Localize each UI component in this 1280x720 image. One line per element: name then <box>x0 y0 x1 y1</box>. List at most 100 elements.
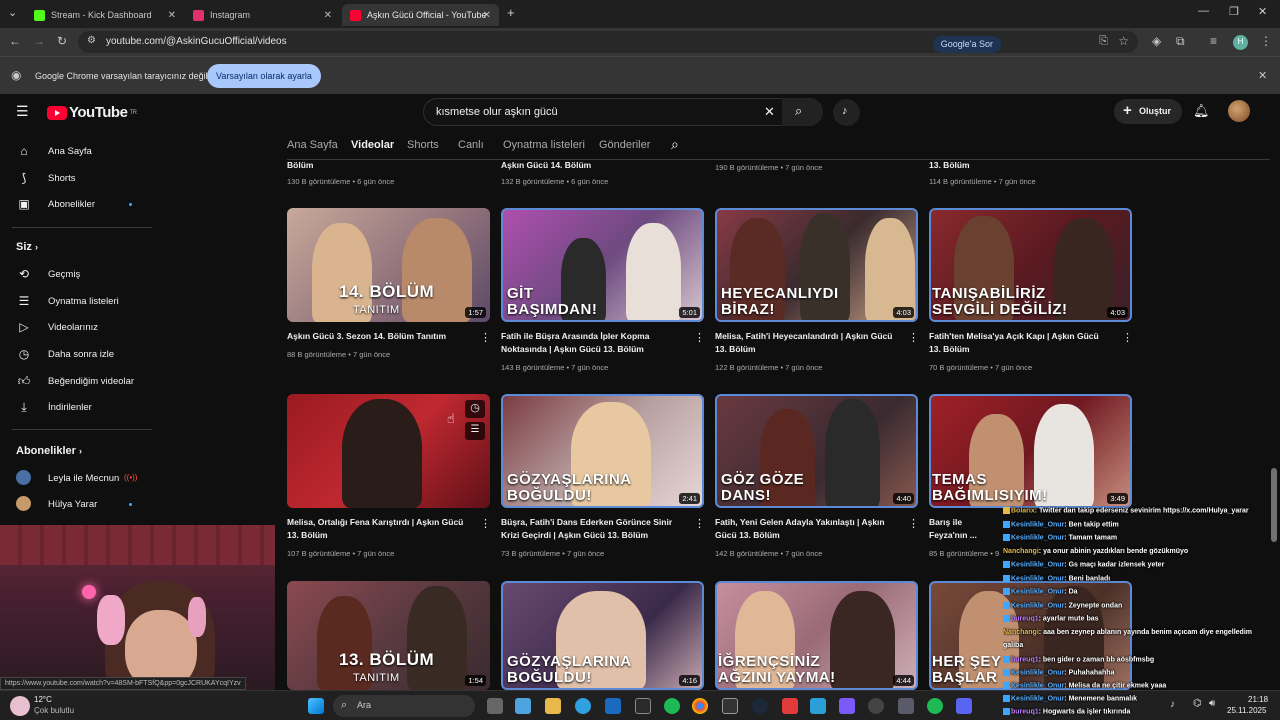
video-thumbnail[interactable]: TANIŞABİLİRİZ SEVGİLİ DEĞİLİZ! 4:03 <box>929 208 1132 322</box>
bookmark-star-icon[interactable]: ☆ <box>1118 34 1129 48</box>
install-icon[interactable]: ⎘ <box>1099 35 1108 48</box>
network-icon[interactable]: ⌬ <box>1193 698 1202 709</box>
video-thumbnail[interactable]: GÖZ GÖZE DANS! 4:40 <box>715 394 918 508</box>
channel-search-icon[interactable]: ⌕ <box>671 136 679 153</box>
app-icon[interactable] <box>782 698 798 714</box>
video-menu-icon[interactable]: ⋮ <box>694 517 705 530</box>
close-window-icon[interactable]: ✕ <box>1258 5 1267 18</box>
video-menu-icon[interactable]: ⋮ <box>908 331 919 344</box>
chrome-taskbar-icon[interactable] <box>692 698 708 714</box>
clock-time[interactable]: 21:18 <box>1248 695 1268 704</box>
video-thumbnail[interactable]: TEMAS BAĞIMLISIYIM! 3:49 <box>929 394 1132 508</box>
restore-icon[interactable]: ❐ <box>1229 5 1239 18</box>
tab-kick[interactable]: Stream - Kick Dashboard ✕ <box>26 4 184 26</box>
obs-icon[interactable] <box>868 698 884 714</box>
tab-videos[interactable]: Videolar <box>351 139 394 151</box>
video-thumbnail[interactable]: 14. BÖLÜM TANITIM 1:57 <box>287 208 490 322</box>
forward-icon[interactable]: → <box>33 34 45 48</box>
address-bar[interactable]: ⚙ youtube.com/@AskinGucuOfficial/videos … <box>78 31 1138 53</box>
file-explorer-icon[interactable] <box>545 698 561 714</box>
back-icon[interactable]: ← <box>9 34 21 48</box>
tab-home[interactable]: Ana Sayfa <box>287 139 338 151</box>
tab-instagram[interactable]: Instagram ✕ <box>185 4 340 26</box>
tab-playlists[interactable]: Oynatma listeleri <box>503 139 585 151</box>
task-view-icon[interactable] <box>487 698 503 714</box>
mic-tray-icon[interactable]: ♪ <box>1170 699 1175 710</box>
youtube-logo[interactable]: YouTube TR <box>47 104 137 121</box>
sidebar-item-shorts[interactable]: ⟆ Shorts <box>0 165 155 191</box>
notifications-bell-icon[interactable]: 🔔︎ <box>1193 103 1210 119</box>
video-thumbnail[interactable]: İĞRENÇSİNİZ AĞZINI YAYMA! 4:44 <box>715 581 918 690</box>
media-icon[interactable]: ≡ <box>1210 34 1217 48</box>
video-title[interactable]: 13. Bölüm <box>929 160 970 170</box>
video-thumbnail[interactable]: HEYECANLIYDI BİRAZ! 4:03 <box>715 208 918 322</box>
minimize-icon[interactable]: — <box>1198 5 1209 17</box>
clock-date[interactable]: 25.11.2025 <box>1227 706 1266 715</box>
sidebar-item-playlists[interactable]: ☰ Oynatma listeleri <box>0 288 155 314</box>
hamburger-menu-icon[interactable]: ☰ <box>16 103 29 120</box>
video-thumbnail[interactable]: 13. BÖLÜM TANITIM 1:54 <box>287 581 490 690</box>
video-thumbnail[interactable]: GÖZYAŞLARINA BOĞULDU! 2:41 <box>501 394 704 508</box>
menu-kebab-icon[interactable]: ⋮ <box>1260 34 1272 48</box>
video-menu-icon[interactable]: ⋮ <box>1122 331 1133 344</box>
app-icon[interactable] <box>898 698 914 714</box>
search-button[interactable]: ⌕ <box>782 98 823 126</box>
puzzle-icon[interactable]: ⧉ <box>1176 34 1185 49</box>
tab-close-icon[interactable]: ✕ <box>168 10 176 21</box>
tab-live[interactable]: Canlı <box>458 139 484 151</box>
voice-search-button[interactable]: ♪ <box>833 99 860 126</box>
app-icon[interactable] <box>810 698 826 714</box>
spotify-icon[interactable] <box>927 698 943 714</box>
site-info-icon[interactable]: ⚙ <box>87 35 96 46</box>
outlook-icon[interactable] <box>605 698 621 714</box>
add-to-queue-icon[interactable]: ☰ <box>465 422 485 440</box>
video-title[interactable]: Melisa, Ortalığı Fena Karıştırdı | Aşkın… <box>287 516 467 542</box>
tab-youtube[interactable]: Aşkın Gücü Official - YouTube ✕ <box>342 4 499 26</box>
reload-icon[interactable]: ↻ <box>57 34 67 48</box>
video-title[interactable]: Aşkın Gücü 14. Bölüm <box>501 160 591 170</box>
set-default-button[interactable]: Varsayılan olarak ayarla <box>207 64 321 88</box>
tab-search-icon[interactable]: ⌄ <box>8 6 17 19</box>
taskbar-search[interactable]: ⌕ Ara <box>333 695 475 717</box>
video-title[interactable]: Aşkın Gücü 3. Sezon 14. Bölüm Tanıtım <box>287 330 467 343</box>
video-menu-icon[interactable]: ⋮ <box>694 331 705 344</box>
sidebar-item-channel[interactable]: Hülya Yarar <box>0 491 155 517</box>
account-avatar[interactable] <box>1228 100 1250 122</box>
epic-games-icon[interactable] <box>722 698 738 714</box>
clear-search-icon[interactable]: ✕ <box>764 104 775 120</box>
steam-icon[interactable] <box>752 698 768 714</box>
sidebar-subs-header[interactable]: Abonelikler › <box>16 445 82 457</box>
video-title[interactable]: Fatih ile Büşra Arasında İpler Kopma Nok… <box>501 330 681 356</box>
start-button-icon[interactable] <box>308 698 324 714</box>
xbox-icon[interactable] <box>664 698 680 714</box>
tab-close-icon[interactable]: ✕ <box>324 10 332 21</box>
video-thumbnail[interactable]: GÖZYAŞLARINA BOĞULDU! 4:16 <box>501 581 704 690</box>
video-thumbnail[interactable]: ◷ ☰ <box>287 394 490 508</box>
profile-avatar[interactable]: H <box>1233 35 1248 50</box>
discord-icon[interactable] <box>956 698 972 714</box>
sidebar-item-history[interactable]: ⟲ Geçmiş <box>0 261 155 287</box>
weather-widget-icon[interactable] <box>10 696 30 716</box>
sidebar-item-watch-later[interactable]: ◷ Daha sonra izle <box>0 341 155 367</box>
video-title[interactable]: Fatih, Yeni Gelen Adayla Yakınlaştı | Aş… <box>715 516 895 542</box>
video-title[interactable]: Bölüm <box>287 160 313 170</box>
sidebar-item-subscriptions[interactable]: ▣ Abonelikler <box>0 191 155 217</box>
sidebar-you-header[interactable]: Siz › <box>16 241 38 253</box>
video-title[interactable]: Fatih'ten Melisa'ya Açık Kapı | Aşkın Gü… <box>929 330 1109 356</box>
infobar-close-icon[interactable]: ✕ <box>1258 69 1267 82</box>
extension-icon[interactable]: ◈ <box>1152 34 1161 48</box>
video-thumbnail[interactable]: GİT BAŞIMDAN! 5:01 <box>501 208 704 322</box>
new-tab-button[interactable]: + <box>507 5 515 20</box>
sidebar-item-downloads[interactable]: ⤓ İndirilenler <box>0 394 155 420</box>
app-icon[interactable] <box>839 698 855 714</box>
watch-later-icon[interactable]: ◷ <box>465 400 485 418</box>
sidebar-item-your-videos[interactable]: ▷ Videolarınız <box>0 314 155 340</box>
video-title[interactable]: Büşra, Fatih'i Dans Ederken Görünce Sini… <box>501 516 681 542</box>
store-icon[interactable] <box>635 698 651 714</box>
video-menu-icon[interactable]: ⋮ <box>480 517 491 530</box>
tab-shorts[interactable]: Shorts <box>407 139 439 151</box>
sidebar-item-channel[interactable]: Leyla ile Mecnun ((•)) <box>0 465 155 491</box>
search-input[interactable]: kısmetse olur aşkın gücü <box>423 98 823 126</box>
video-title[interactable]: Barış ile Feyza'nın ... Döndürdü | Aşkın… <box>929 516 1001 542</box>
tab-close-icon[interactable]: ✕ <box>483 10 491 21</box>
